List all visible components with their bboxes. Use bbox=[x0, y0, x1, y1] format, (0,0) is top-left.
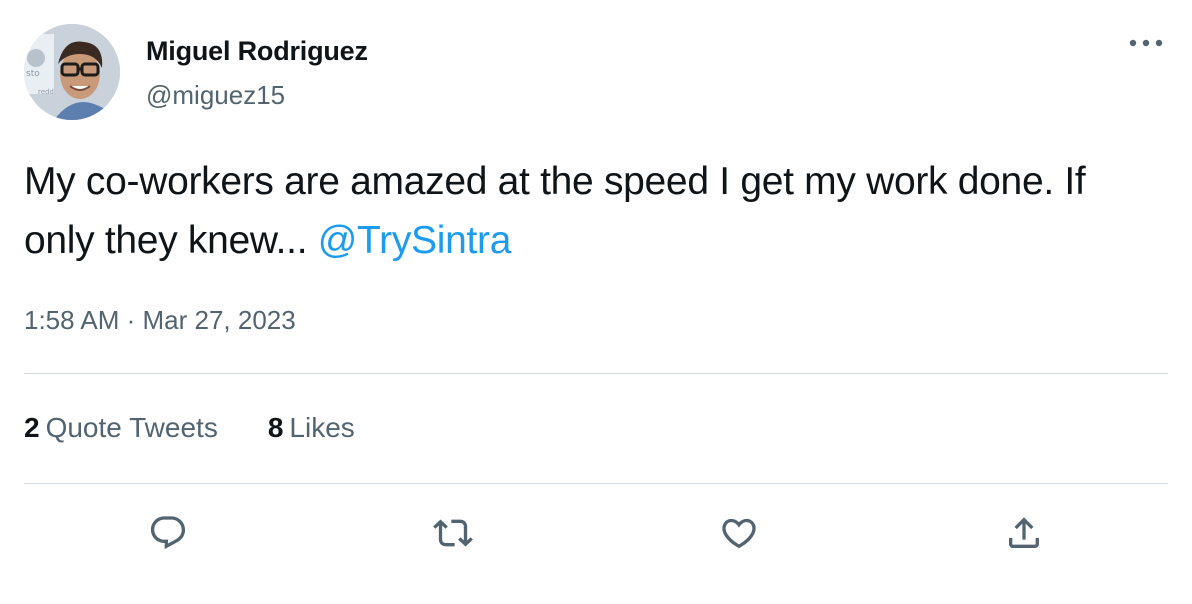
likes-count: 8 bbox=[267, 412, 284, 443]
quote-tweets-label: Quote Tweets bbox=[45, 412, 218, 443]
tweet-body: My co-workers are amazed at the speed I … bbox=[24, 160, 1086, 262]
divider bbox=[24, 373, 1168, 374]
like-button[interactable] bbox=[716, 510, 762, 556]
avatar-image: sto redd bbox=[24, 24, 120, 120]
avatar[interactable]: sto redd bbox=[24, 24, 120, 120]
more-horizontal-icon bbox=[1129, 39, 1163, 47]
retweet-button[interactable] bbox=[430, 510, 476, 556]
tweet-stats: 2 Quote Tweets 8 Likes bbox=[24, 412, 405, 444]
likes-label: Likes bbox=[289, 412, 355, 443]
divider bbox=[24, 483, 1168, 484]
tweet-card: sto redd Miguel Rodriguez @miguez15 My c… bbox=[0, 0, 1192, 604]
likes-stat[interactable]: 8 Likes bbox=[268, 412, 355, 444]
reply-icon bbox=[150, 516, 186, 550]
svg-text:redd: redd bbox=[38, 88, 54, 96]
quote-tweets-count: 2 bbox=[24, 412, 40, 443]
heart-icon bbox=[722, 518, 756, 549]
tweet-text: My co-workers are amazed at the speed I … bbox=[24, 152, 1154, 270]
more-options-button[interactable] bbox=[1124, 28, 1168, 58]
mention-link[interactable]: @TrySintra bbox=[318, 219, 512, 262]
author-handle[interactable]: @miguez15 bbox=[146, 80, 285, 111]
retweet-icon bbox=[433, 519, 473, 547]
share-button[interactable] bbox=[1001, 510, 1047, 556]
share-icon bbox=[1009, 517, 1039, 548]
tweet-timestamp[interactable]: 1:58 AM · Mar 27, 2023 bbox=[24, 305, 296, 336]
quote-tweets-stat[interactable]: 2 Quote Tweets bbox=[24, 412, 218, 444]
author-name[interactable]: Miguel Rodriguez bbox=[146, 36, 368, 67]
action-bar bbox=[0, 510, 1192, 556]
svg-text:sto: sto bbox=[26, 69, 40, 79]
reply-button[interactable] bbox=[145, 510, 191, 556]
